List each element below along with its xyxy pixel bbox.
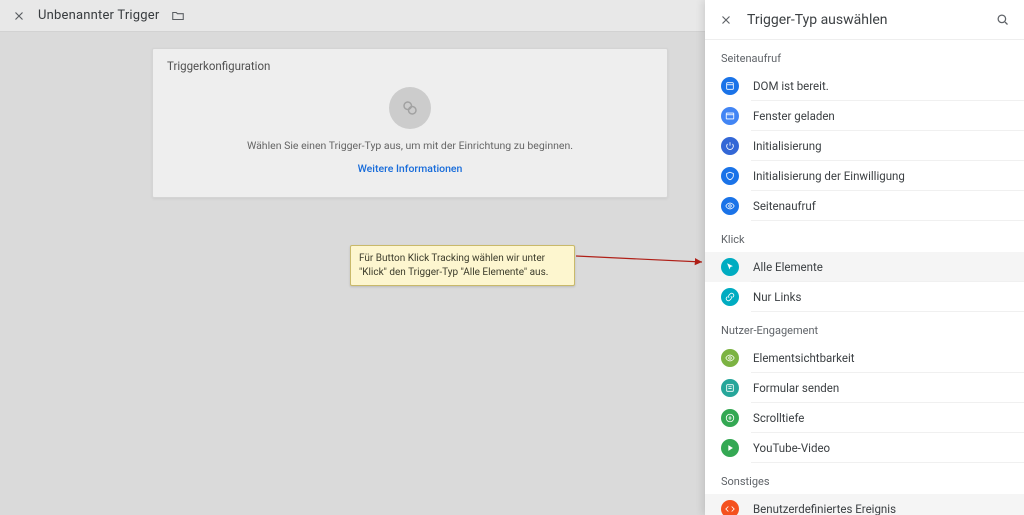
power-icon xyxy=(721,137,739,155)
section-label: Nutzer-Engagement xyxy=(705,312,1024,343)
trigger-option[interactable]: Alle Elemente xyxy=(705,252,1024,282)
folder-icon[interactable] xyxy=(171,9,185,23)
annotation-callout: Für Button Klick Tracking wählen wir unt… xyxy=(350,245,575,286)
close-icon[interactable] xyxy=(12,9,26,23)
trigger-option-label: Nur Links xyxy=(753,290,801,304)
trigger-option[interactable]: Initialisierung xyxy=(705,131,1024,161)
page-title: Unbenannter Trigger xyxy=(38,8,159,23)
trigger-option[interactable]: Fenster geladen xyxy=(705,101,1024,131)
scroll-icon xyxy=(721,409,739,427)
trigger-placeholder-icon xyxy=(389,87,431,129)
shield-icon xyxy=(721,167,739,185)
code-icon xyxy=(721,500,739,515)
panel-body[interactable]: Seitenaufruf DOM ist bereit. Fenster gelad… xyxy=(705,40,1024,515)
eye-icon xyxy=(721,197,739,215)
trigger-option-label: Alle Elemente xyxy=(753,260,823,274)
trigger-option-label: Fenster geladen xyxy=(753,109,835,123)
trigger-option[interactable]: Scrolltiefe xyxy=(705,403,1024,433)
more-info-link[interactable]: Weitere Informationen xyxy=(358,162,463,175)
form-icon xyxy=(721,379,739,397)
trigger-option[interactable]: Seitenaufruf xyxy=(705,191,1024,221)
trigger-option-label: Benutzerdefiniertes Ereignis xyxy=(753,502,896,515)
trigger-option[interactable]: Formular senden xyxy=(705,373,1024,403)
trigger-type-panel: Trigger-Typ auswählen Seitenaufruf DOM is… xyxy=(705,0,1024,515)
trigger-option[interactable]: Benutzerdefiniertes Ereignis xyxy=(705,494,1024,515)
trigger-option-label: DOM ist bereit. xyxy=(753,79,829,93)
play-icon xyxy=(721,439,739,457)
trigger-option[interactable]: Initialisierung der Einwilligung xyxy=(705,161,1024,191)
section-label: Klick xyxy=(705,221,1024,252)
card-title: Triggerkonfiguration xyxy=(153,49,667,77)
visibility-icon xyxy=(721,349,739,367)
trigger-option[interactable]: YouTube-Video xyxy=(705,433,1024,463)
section-label: Seitenaufruf xyxy=(705,40,1024,71)
trigger-option[interactable]: Nur Links xyxy=(705,282,1024,312)
trigger-option[interactable]: Elementsichtbarkeit xyxy=(705,343,1024,373)
trigger-option-label: Initialisierung der Einwilligung xyxy=(753,169,905,183)
dom-icon xyxy=(721,77,739,95)
placeholder-text: Wählen Sie einen Trigger-Typ aus, um mit… xyxy=(247,139,573,152)
window-icon xyxy=(721,107,739,125)
section-label: Sonstiges xyxy=(705,463,1024,494)
trigger-option[interactable]: DOM ist bereit. xyxy=(705,71,1024,101)
trigger-option-label: Elementsichtbarkeit xyxy=(753,351,855,365)
panel-title: Trigger-Typ auswählen xyxy=(747,12,981,28)
trigger-config-card[interactable]: Triggerkonfiguration Wählen Sie einen Tr… xyxy=(152,48,668,198)
trigger-option-label: Initialisierung xyxy=(753,139,822,153)
trigger-option-label: Scrolltiefe xyxy=(753,411,804,425)
trigger-option-label: Seitenaufruf xyxy=(753,199,816,213)
panel-header: Trigger-Typ auswählen xyxy=(705,0,1024,40)
trigger-option-label: Formular senden xyxy=(753,381,839,395)
pointer-icon xyxy=(721,258,739,276)
panel-close-icon[interactable] xyxy=(719,13,733,27)
trigger-option-label: YouTube-Video xyxy=(753,441,830,455)
search-icon[interactable] xyxy=(995,12,1010,27)
link-icon xyxy=(721,288,739,306)
